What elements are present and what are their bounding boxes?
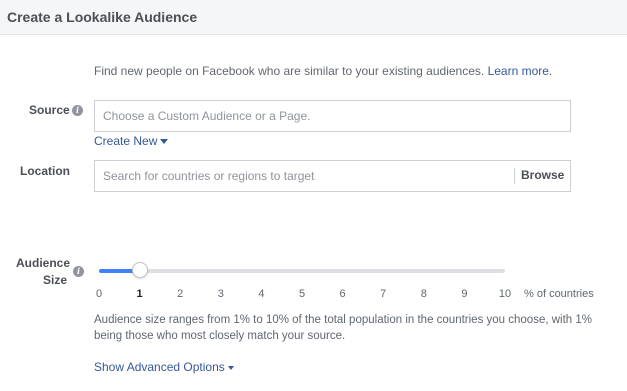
audience-size-slider-handle[interactable] (131, 262, 148, 278)
audience-size-label-line1: Audience (16, 256, 71, 270)
location-input[interactable] (103, 161, 508, 191)
dialog-header: Create a Lookalike Audience (0, 0, 627, 35)
slider-unit-label: % of countries (524, 288, 594, 300)
caret-down-icon (227, 366, 234, 370)
caret-down-icon (160, 139, 169, 144)
dialog-title: Create a Lookalike Audience (7, 9, 198, 25)
show-advanced-options-label: Show Advanced Options (94, 360, 225, 374)
create-new-label: Create New (94, 134, 158, 148)
learn-more-link[interactable]: Learn more. (488, 64, 553, 78)
info-icon[interactable]: i (72, 105, 83, 116)
slider-tick-label: 10 (498, 288, 512, 300)
slider-tick-label: 6 (339, 288, 346, 300)
browse-button[interactable]: Browse (521, 168, 564, 182)
location-field[interactable]: Browse (94, 160, 571, 192)
source-label: Source (29, 103, 70, 117)
location-label: Location (20, 164, 70, 178)
intro-description: Find new people on Facebook who are simi… (94, 64, 485, 78)
source-input[interactable] (103, 101, 563, 131)
audience-size-help-text: Audience size ranges from 1% to 10% of t… (94, 314, 592, 342)
source-field[interactable] (94, 100, 571, 132)
create-new-dropdown[interactable]: Create New (94, 134, 169, 148)
slider-tick-label: 0 (95, 288, 103, 300)
slider-tick-label: 7 (380, 288, 387, 300)
slider-tick-label: 8 (420, 288, 427, 300)
slider-tick-label: 5 (298, 288, 306, 300)
info-icon[interactable]: i (73, 266, 84, 277)
slider-tick-label: 1 (136, 288, 143, 300)
audience-size-label: Audience Size (16, 255, 71, 289)
slider-tick-label: 9 (461, 288, 468, 300)
browse-divider (514, 168, 515, 184)
audience-size-slider-track[interactable] (99, 269, 505, 273)
intro-text: Find new people on Facebook who are simi… (94, 64, 552, 78)
show-advanced-options-link[interactable]: Show Advanced Options (94, 360, 234, 374)
slider-tick-label: 4 (258, 288, 265, 300)
slider-tick-label: 2 (177, 288, 184, 300)
slider-tick-label: 3 (217, 288, 224, 300)
audience-size-label-line2: Size (42, 273, 67, 287)
